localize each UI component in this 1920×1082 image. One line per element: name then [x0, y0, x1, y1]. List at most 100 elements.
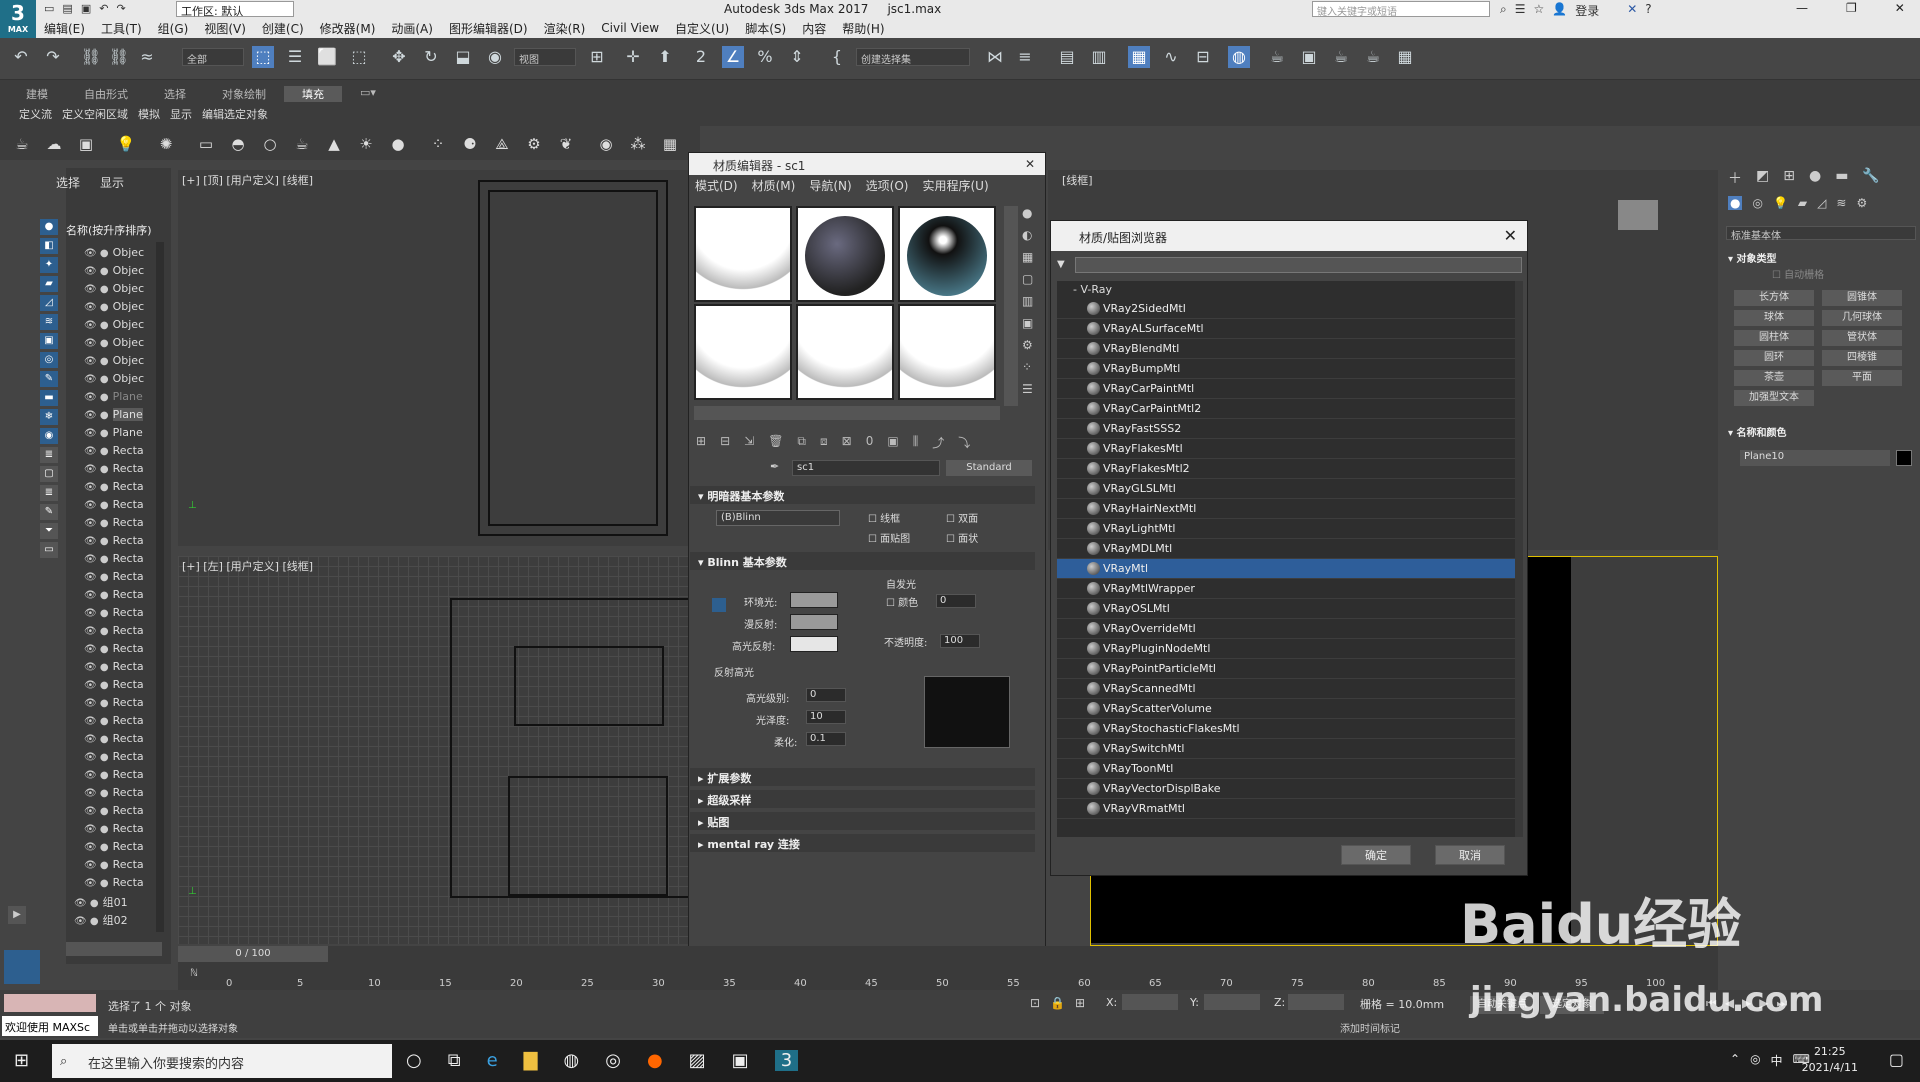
- vray-teapot-icon[interactable]: ☕: [292, 134, 312, 154]
- bind-spacewarp-icon[interactable]: ≈: [136, 46, 158, 68]
- menu-modes[interactable]: 模式(D): [695, 177, 738, 193]
- visibility-toggle-icon[interactable]: 👁 ●: [84, 266, 109, 277]
- gear-icon[interactable]: ⚙: [524, 134, 544, 154]
- scene-object-row[interactable]: 👁 ● Objec: [84, 300, 144, 317]
- viewport-layout-button[interactable]: [4, 950, 40, 984]
- cylinder-button[interactable]: 圆柱体: [1734, 330, 1814, 346]
- browser-options-icon[interactable]: ▼: [1057, 259, 1065, 270]
- create-tab-icon[interactable]: ＋: [1728, 168, 1742, 188]
- y-coordinate-field[interactable]: [1204, 994, 1260, 1010]
- sphere-icon[interactable]: ○: [260, 134, 280, 154]
- app-icon-4[interactable]: ▣: [732, 1050, 749, 1071]
- material-slot-2[interactable]: [796, 206, 894, 302]
- particle-filter-icon[interactable]: ❄: [40, 409, 58, 425]
- material-list-item[interactable]: VRayCarPaintMtl: [1057, 379, 1517, 399]
- object-type-rollout[interactable]: ▾ 对象类型: [1728, 250, 1777, 265]
- scene-object-row[interactable]: 👁 ● Recta: [84, 606, 144, 623]
- subtab-define-idle-areas[interactable]: 定义空闲区域: [57, 106, 133, 122]
- scene-object-row[interactable]: 👁 ● Recta: [84, 534, 144, 551]
- primitive-type-dropdown[interactable]: 标准基本体: [1726, 226, 1916, 242]
- visibility-toggle-icon[interactable]: 👁 ●: [84, 680, 109, 691]
- mirror-icon[interactable]: ⋈: [984, 46, 1006, 68]
- close-x-icon[interactable]: ✕: [1627, 2, 1637, 19]
- add-time-tag[interactable]: 添加时间标记: [1340, 1020, 1400, 1035]
- quick-access-toolbar[interactable]: ▭ ▤ ▣ ↶ ↷: [44, 2, 126, 15]
- material-navigator-icon[interactable]: ☰: [1022, 382, 1033, 396]
- material-list-item[interactable]: VRay2SidedMtl: [1057, 299, 1517, 319]
- scene-object-row[interactable]: 👁 ● Recta: [84, 696, 144, 713]
- material-list-item[interactable]: VRayToonMtl: [1057, 759, 1517, 779]
- task-view-icon[interactable]: ⧉: [448, 1050, 461, 1071]
- sample-type-icon[interactable]: ●: [1022, 206, 1033, 220]
- ok-button[interactable]: 确定: [1341, 845, 1411, 865]
- show-end-icon[interactable]: ⫼: [913, 434, 919, 451]
- hierarchy-tab-icon[interactable]: ⊞: [1783, 168, 1795, 188]
- scene-object-row[interactable]: 👁 ● Recta: [84, 516, 144, 533]
- window-crossing-icon[interactable]: ⬚: [348, 46, 370, 68]
- material-list-item[interactable]: VRayScannedMtl: [1057, 679, 1517, 699]
- selection-lock-icon[interactable]: 🔒: [1050, 996, 1065, 1010]
- menu-civil-view[interactable]: Civil View: [593, 21, 667, 35]
- visibility-toggle-icon[interactable]: 👁 ●: [84, 806, 109, 817]
- move-icon[interactable]: ✥: [388, 46, 410, 68]
- time-slider[interactable]: 0 / 100: [178, 946, 328, 962]
- manipulate-icon[interactable]: ✛: [622, 46, 644, 68]
- viewport-top-label[interactable]: [+] [顶] [用户定义] [线框]: [182, 172, 313, 188]
- utilities-tab-icon[interactable]: 🔧: [1862, 168, 1879, 188]
- cloud-icon[interactable]: ☁: [44, 134, 64, 154]
- tab-freeform[interactable]: 自由形式: [66, 86, 146, 102]
- maxscript-listener[interactable]: [4, 994, 96, 1012]
- scene-object-row[interactable]: 👁 ● Objec: [84, 318, 144, 335]
- render-setup-icon[interactable]: ☕: [1266, 46, 1288, 68]
- explorer-v-scrollbar[interactable]: [156, 242, 164, 932]
- scene-object-row[interactable]: 👁 ● Recta: [84, 660, 144, 677]
- align-icon[interactable]: ≡: [1014, 46, 1036, 68]
- maxscript-mini-listener[interactable]: 欢迎使用 MAXSc: [2, 1016, 98, 1036]
- filter-icon[interactable]: ⏷: [40, 523, 58, 539]
- viewport-front-label[interactable]: [线框]: [1062, 172, 1093, 188]
- box-button[interactable]: 长方体: [1734, 290, 1814, 306]
- sample-uv-icon[interactable]: ▢: [1022, 272, 1033, 286]
- material-list-item[interactable]: VRayFlakesMtl2: [1057, 459, 1517, 479]
- background-icon[interactable]: ▦: [1022, 250, 1033, 264]
- copy-icon[interactable]: ⧉: [797, 434, 806, 451]
- subtab-edit-selected[interactable]: 编辑选定对象: [197, 106, 273, 122]
- scene-object-row[interactable]: 👁 ● Objec: [84, 246, 144, 263]
- menu-options[interactable]: 选项(O): [866, 177, 909, 193]
- unlink-icon[interactable]: ⛓: [108, 46, 130, 68]
- visibility-toggle-icon[interactable]: 👁 ●: [84, 464, 109, 475]
- z-coordinate-field[interactable]: [1288, 994, 1344, 1010]
- material-list-item[interactable]: VRayMDLMtl: [1057, 539, 1517, 559]
- rollout-extended[interactable]: ▸ 扩展参数: [690, 768, 1035, 786]
- visibility-toggle-icon[interactable]: 👁 ●: [84, 248, 109, 259]
- visibility-toggle-icon[interactable]: 👁 ●: [84, 698, 109, 709]
- scene-object-row[interactable]: 👁 ● Objec: [84, 264, 144, 281]
- vfb-icon[interactable]: ▦: [660, 134, 680, 154]
- glossiness-spinner[interactable]: 10: [806, 710, 846, 724]
- placement-icon[interactable]: ◉: [484, 46, 506, 68]
- scene-object-row[interactable]: 👁 ● Recta: [84, 804, 144, 821]
- visibility-toggle-icon[interactable]: 👁 ●: [84, 500, 109, 511]
- material-list-item[interactable]: VRayOSLMtl: [1057, 599, 1517, 619]
- material-list-item[interactable]: VRayBlendMtl: [1057, 339, 1517, 359]
- material-name-field[interactable]: sc1: [792, 460, 940, 476]
- binoculars-icon[interactable]: ⌕: [1500, 2, 1507, 19]
- tab-display[interactable]: 显示: [100, 174, 124, 191]
- scene-object-row[interactable]: 👁 ● Recta: [84, 480, 144, 497]
- scene-object-row[interactable]: 👁 ● Recta: [84, 498, 144, 515]
- x-coordinate-field[interactable]: [1122, 994, 1178, 1010]
- scene-object-row[interactable]: 👁 ● Plane: [84, 426, 143, 443]
- visibility-toggle-icon[interactable]: 👁 ●: [84, 770, 109, 781]
- app-logo[interactable]: 3 MAX: [0, 0, 36, 38]
- visibility-toggle-icon[interactable]: 👁 ●: [74, 916, 99, 927]
- eyedropper-icon[interactable]: ✒: [770, 460, 779, 473]
- teapot-icon[interactable]: ☕: [12, 134, 32, 154]
- faceted-checkbox[interactable]: ☐ 面状: [946, 530, 978, 545]
- xref-filter-icon[interactable]: ◎: [40, 352, 58, 368]
- soften-spinner[interactable]: 0.1: [806, 732, 846, 746]
- image-icon[interactable]: ▣: [76, 134, 96, 154]
- light-icon[interactable]: 💡: [116, 134, 136, 154]
- lights-icon[interactable]: 💡: [1773, 196, 1788, 210]
- visibility-toggle-icon[interactable]: 👁 ●: [84, 842, 109, 853]
- visibility-toggle-icon[interactable]: 👁 ●: [84, 302, 109, 313]
